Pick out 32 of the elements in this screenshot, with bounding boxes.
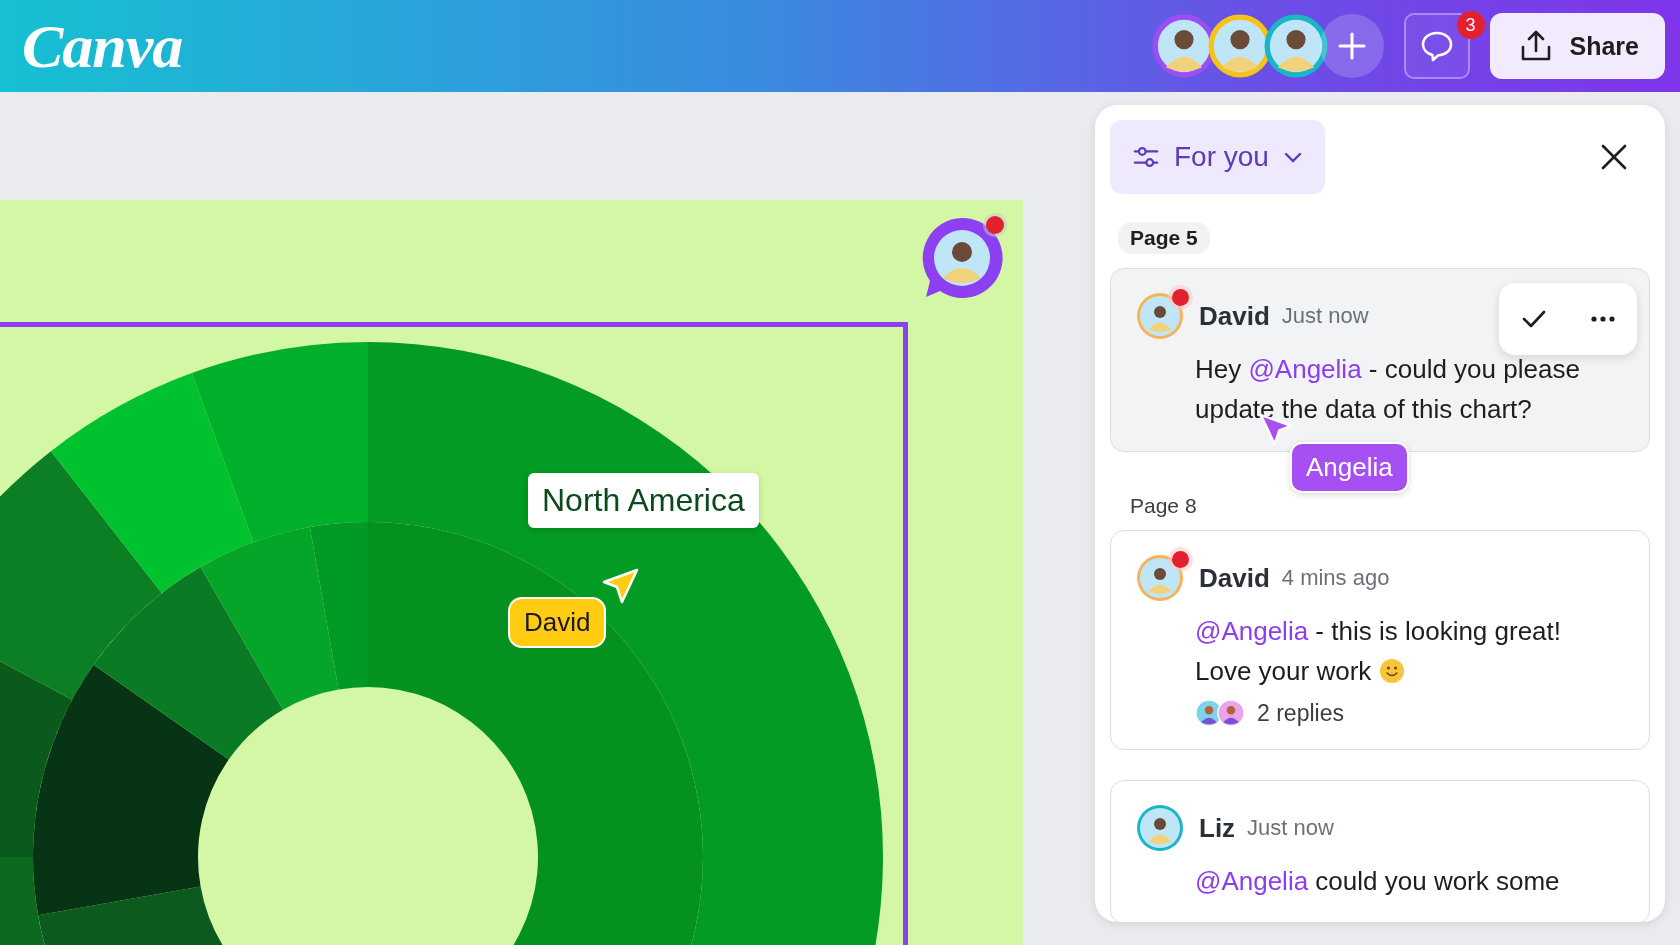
- plus-icon: [1336, 31, 1367, 61]
- cursor-name-tag: Angelia: [1290, 442, 1409, 493]
- close-icon: [1600, 143, 1628, 171]
- author-name: David: [1199, 300, 1270, 332]
- upload-icon: [1519, 30, 1552, 62]
- author-name: David: [1199, 562, 1270, 594]
- mention-link[interactable]: @Angelia: [1195, 866, 1309, 896]
- notification-badge: 3: [1456, 11, 1485, 39]
- filter-dropdown[interactable]: For you: [1110, 120, 1325, 194]
- timestamp: Just now: [1281, 303, 1369, 329]
- mention-link[interactable]: @Angelia: [1248, 354, 1362, 384]
- page-label: Page 5: [1118, 222, 1210, 254]
- share-button[interactable]: Share: [1489, 13, 1665, 79]
- timestamp: Just now: [1247, 815, 1334, 841]
- unread-dot: [1172, 289, 1189, 306]
- comment-text: @Angelia could you work some: [1195, 865, 1561, 898]
- comment-card[interactable]: David 4 mins ago @Angelia - this is looking great! Love your work 2 replies: [1110, 530, 1650, 750]
- cursor-name-tag: David: [508, 597, 607, 648]
- comment-card[interactable]: Liz Just now @Angelia could you work some: [1110, 780, 1650, 922]
- mention-link[interactable]: @Angelia: [1195, 616, 1309, 646]
- comment-card[interactable]: David Just now Hey @Angelia - could you please update the data of this chart?: [1110, 268, 1650, 452]
- comment-text: @Angelia - this is looking great! Love your work: [1195, 615, 1563, 688]
- comment-text: Hey @Angelia - could you please update the data of this chart?: [1195, 353, 1581, 426]
- avatar[interactable]: [1263, 14, 1328, 78]
- more-icon[interactable]: [1589, 315, 1616, 323]
- unread-dot: [1172, 551, 1189, 568]
- replies-link[interactable]: 2 replies: [1257, 699, 1344, 727]
- data-label-tooltip: North America: [528, 473, 759, 528]
- page-label: Page 8: [1129, 493, 1198, 519]
- author-name: Liz: [1199, 812, 1236, 844]
- timestamp: 4 mins ago: [1281, 565, 1390, 591]
- comment-icon: [1419, 29, 1454, 63]
